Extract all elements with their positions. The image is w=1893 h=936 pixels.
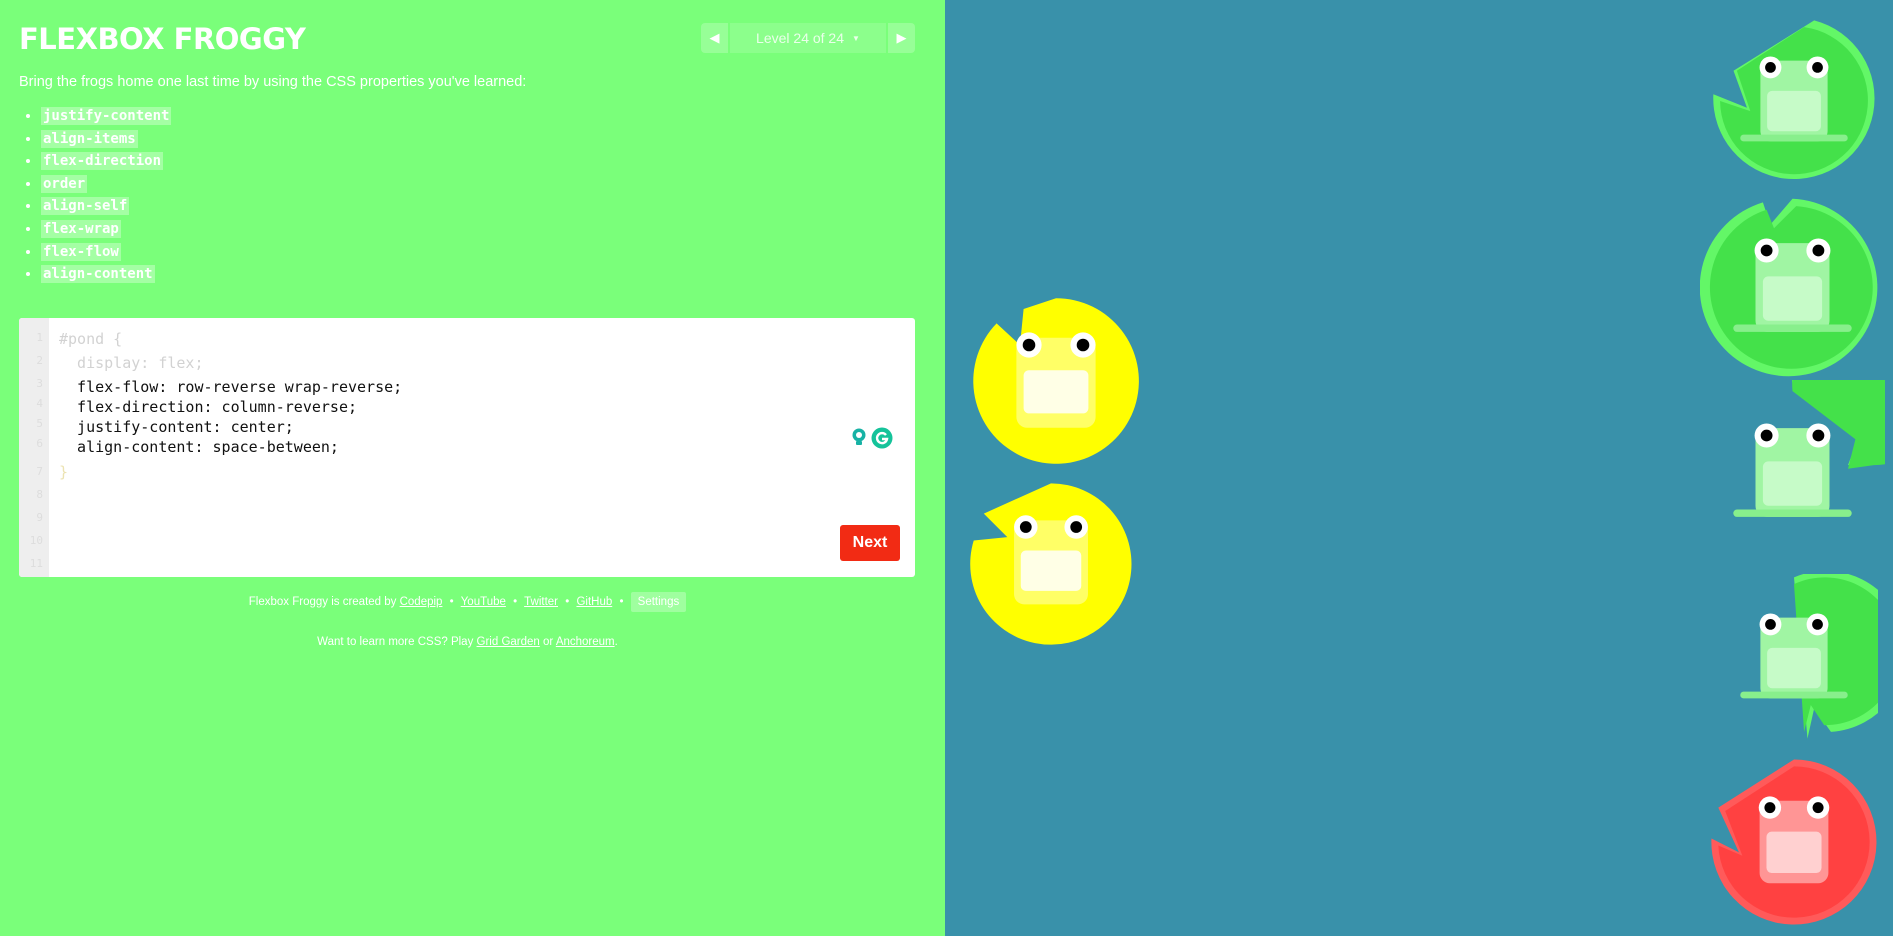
list-item: align-items	[41, 129, 171, 153]
code-closing-brace: }	[59, 463, 69, 481]
line-number-gutter: 1 2 3 4 5 6 7 8 9 10 11	[19, 318, 49, 577]
line-number: 8	[36, 488, 43, 501]
sidebar: FLEXBOX FROGGY ◀ Level 24 of 24 ▼ ▶ Brin…	[0, 0, 945, 936]
code-editor[interactable]: 1 2 3 4 5 6 7 8 9 10 11 #pond { display:…	[19, 318, 915, 577]
list-item: flex-wrap	[41, 219, 171, 243]
level-label: Level 24 of 24	[756, 30, 845, 46]
line-number: 3	[36, 377, 43, 390]
list-item: flex-direction	[41, 152, 171, 175]
line-number: 2	[36, 354, 43, 367]
line-number: 1	[36, 331, 43, 344]
list-item: order	[41, 174, 171, 198]
property-list: justify-content align-items flex-directi…	[41, 107, 172, 288]
code-input-line[interactable]: flex-flow: row-reverse wrap-reverse;	[59, 378, 402, 396]
level-navigation: ◀ Level 24 of 24 ▼ ▶	[701, 23, 915, 53]
lightbulb-icon[interactable]	[851, 427, 867, 447]
codepip-link[interactable]: Codepip	[400, 596, 443, 608]
separator: •	[513, 596, 518, 608]
lilypad-green	[1700, 380, 1885, 565]
settings-button[interactable]: Settings	[630, 592, 687, 612]
youtube-link[interactable]: YouTube	[461, 596, 506, 608]
learn-suffix: .	[614, 636, 618, 648]
property-code[interactable]: flex-flow	[41, 242, 121, 261]
previous-level-button[interactable]: ◀	[701, 23, 728, 53]
line-number: 5	[36, 417, 43, 430]
lilypad-green	[1710, 17, 1878, 185]
list-item: align-self	[41, 197, 171, 220]
lilypad-red	[1708, 756, 1880, 928]
line-number: 7	[36, 465, 43, 478]
credits-prefix: Flexbox Froggy is created by	[248, 596, 397, 608]
property-code[interactable]: align-content	[41, 265, 155, 284]
property-code[interactable]: flex-wrap	[41, 219, 121, 238]
editor-helper-icons	[851, 427, 893, 449]
twitter-link[interactable]: Twitter	[524, 596, 558, 608]
learn-more: Want to learn more CSS? Play Grid Garden…	[0, 636, 935, 648]
code-fixed-line: display: flex;	[59, 354, 204, 372]
code-input-line[interactable]: align-content: space-between;	[59, 438, 339, 456]
separator: •	[449, 596, 454, 608]
code-input-line[interactable]: justify-content: center;	[59, 418, 294, 436]
next-level-button[interactable]: ▶	[888, 23, 915, 53]
credits: Flexbox Froggy is created by Codepip • Y…	[0, 592, 935, 612]
frog-yellow	[966, 291, 1146, 471]
lilypad-green	[1710, 574, 1878, 742]
frog-yellow	[967, 480, 1135, 648]
code-selector: #pond {	[59, 330, 123, 348]
property-code[interactable]: justify-content	[41, 107, 172, 125]
lilypad-green	[1700, 195, 1885, 380]
line-number: 4	[36, 397, 43, 410]
level-indicator-dropdown[interactable]: Level 24 of 24 ▼	[730, 23, 886, 53]
property-code[interactable]: align-self	[41, 197, 130, 216]
chevron-down-icon: ▼	[852, 33, 860, 43]
anchoreum-link[interactable]: Anchoreum	[556, 636, 615, 648]
instructions: Bring the frogs home one last time by us…	[19, 74, 527, 90]
separator: •	[619, 596, 624, 608]
triangle-left-icon: ◀	[709, 30, 720, 45]
line-number: 11	[29, 557, 43, 570]
github-link[interactable]: GitHub	[576, 596, 612, 608]
code-input-line[interactable]: flex-direction: column-reverse;	[59, 398, 357, 416]
property-code[interactable]: align-items	[41, 129, 138, 148]
next-button[interactable]: Next	[840, 525, 900, 561]
property-code[interactable]: order	[41, 174, 88, 193]
list-item: flex-flow	[41, 242, 171, 266]
line-number: 6	[36, 437, 43, 450]
line-number: 9	[36, 511, 43, 524]
grammarly-icon[interactable]	[871, 427, 893, 449]
triangle-right-icon: ▶	[896, 30, 907, 45]
learn-prefix: Want to learn more CSS? Play	[317, 636, 474, 648]
grid-garden-link[interactable]: Grid Garden	[477, 636, 540, 648]
list-item: justify-content	[41, 107, 172, 130]
separator: •	[565, 596, 570, 608]
property-code[interactable]: flex-direction	[41, 152, 164, 171]
list-item: align-content	[41, 265, 171, 288]
pond	[945, 0, 1893, 936]
line-number: 10	[29, 534, 43, 547]
learn-middle: or	[543, 636, 554, 648]
app-title: FLEXBOX FROGGY	[19, 22, 306, 56]
